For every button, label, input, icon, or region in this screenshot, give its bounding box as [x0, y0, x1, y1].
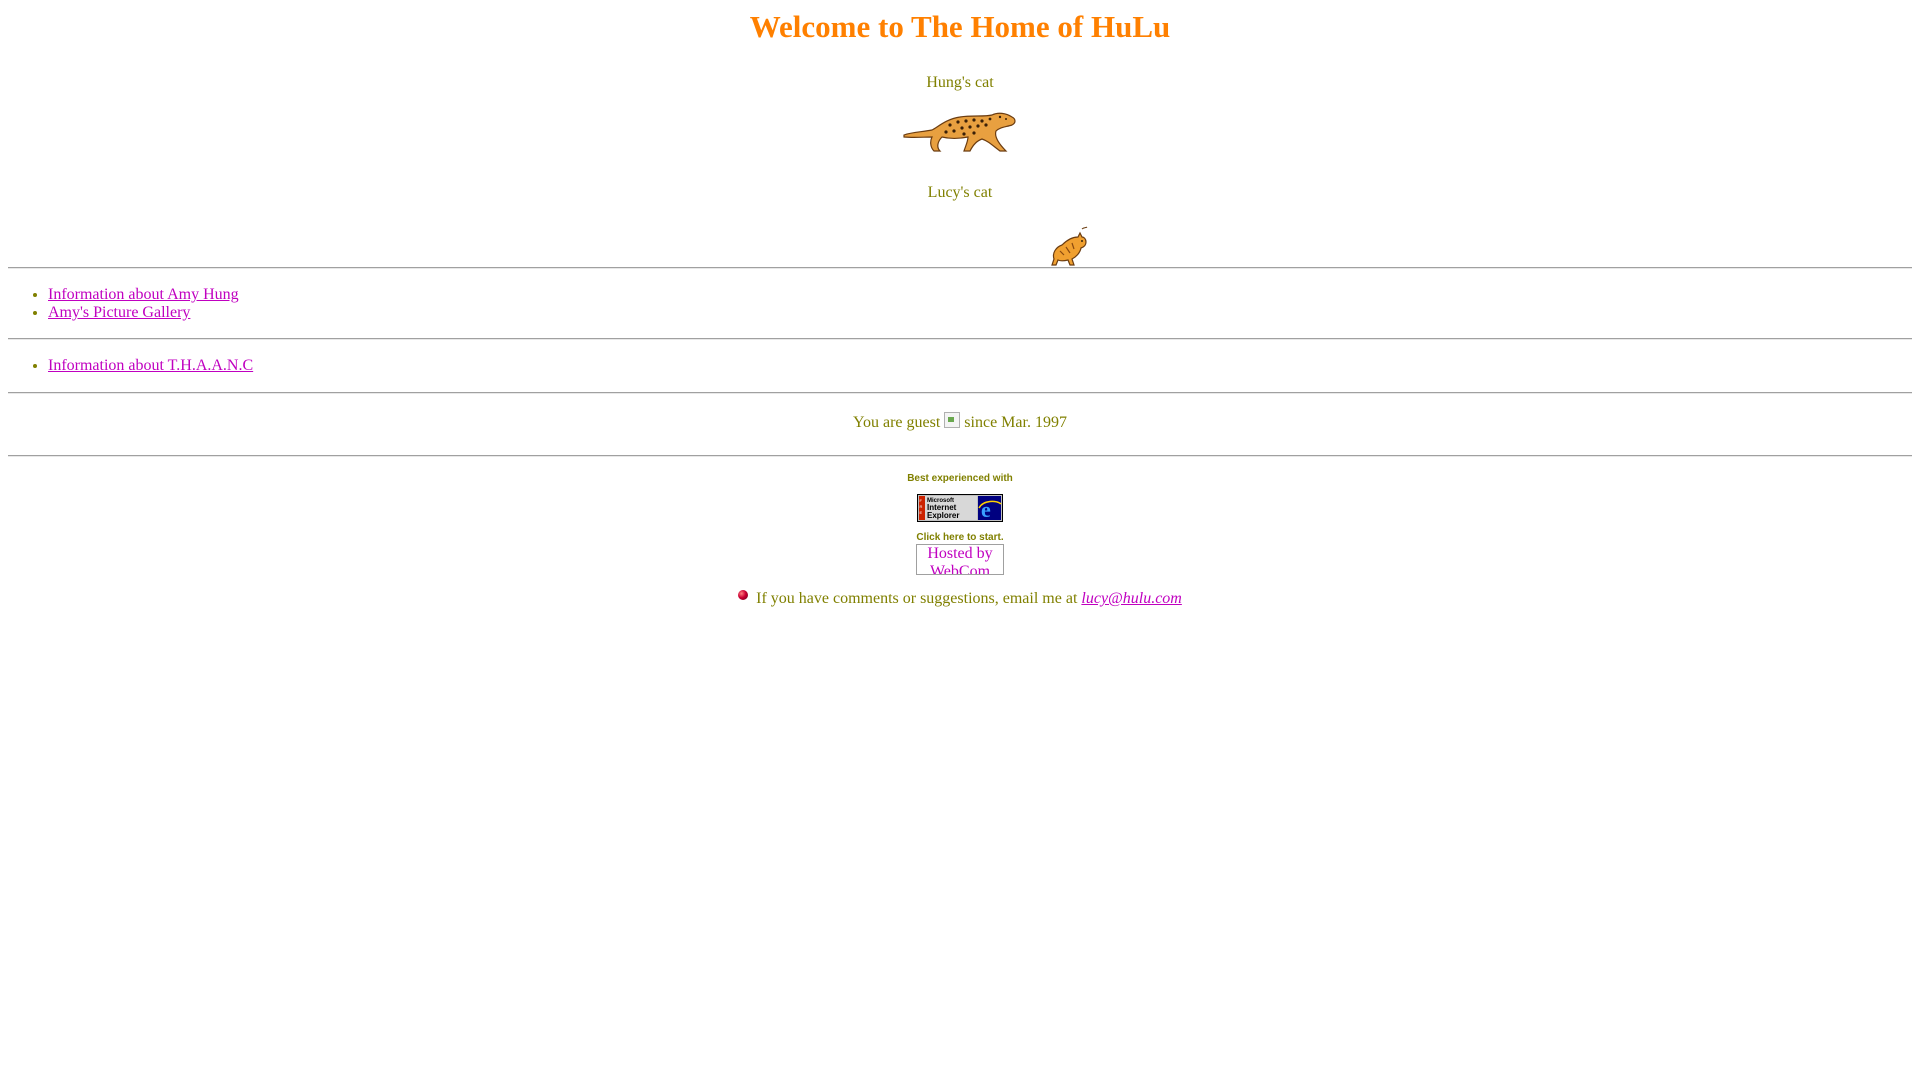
svg-text:E: E — [920, 510, 923, 515]
kitten-image — [1051, 226, 1088, 266]
list-item: Information about T.H.A.A.N.C — [48, 357, 1912, 375]
amy-hung-info-link[interactable]: Information about Amy Hung — [48, 286, 239, 303]
email-link[interactable]: lucy@hulu.com — [1081, 590, 1181, 607]
picture-gallery-link[interactable]: Amy's Picture Gallery — [48, 304, 190, 321]
red-ball-icon — [738, 590, 749, 600]
internet-explorer-icon: F R E Microsoft Internet Explorer e — [917, 494, 1003, 522]
page: Welcome to The Home of HuLu Hung's cat L… — [0, 0, 1920, 1080]
click-here-to-start-text: Click here to start. — [916, 532, 1004, 543]
thaanc-info-link[interactable]: Information about T.H.A.A.N.C — [48, 357, 253, 374]
guest-counter-suffix: since Mar. 1997 — [964, 414, 1067, 431]
internet-explorer-badge[interactable]: F R E Microsoft Internet Explorer e — [917, 494, 1003, 522]
list-item: Information about Amy Hung — [48, 286, 1912, 304]
best-experienced-text: Best experienced with — [907, 473, 1013, 484]
hosted-by-webcom-link[interactable]: Hosted by WebCom — [916, 544, 1004, 575]
page-title: Welcome to The Home of HuLu — [749, 9, 1171, 44]
comments-line: If you have comments or suggestions, ema… — [8, 575, 1912, 609]
guest-counter-prefix: You are guest — [853, 414, 941, 431]
hung-cat-caption: Hung's cat — [926, 74, 994, 91]
personal-links-list: Information about Amy Hung Amy's Picture… — [8, 269, 1912, 338]
svg-text:R: R — [920, 504, 923, 509]
thaanc-links-list: Information about T.H.A.A.N.C — [8, 340, 1912, 392]
svg-text:Explorer: Explorer — [927, 511, 959, 520]
lucy-cat-caption: Lucy's cat — [927, 184, 993, 201]
svg-text:e: e — [981, 497, 991, 522]
cheetah-image — [903, 112, 1016, 152]
guest-counter: You are guest since Mar. 1997 — [8, 394, 1912, 455]
comments-text: If you have comments or suggestions, ema… — [756, 590, 1078, 607]
list-item: Amy's Picture Gallery — [48, 304, 1912, 322]
broken-image-icon — [944, 412, 961, 428]
